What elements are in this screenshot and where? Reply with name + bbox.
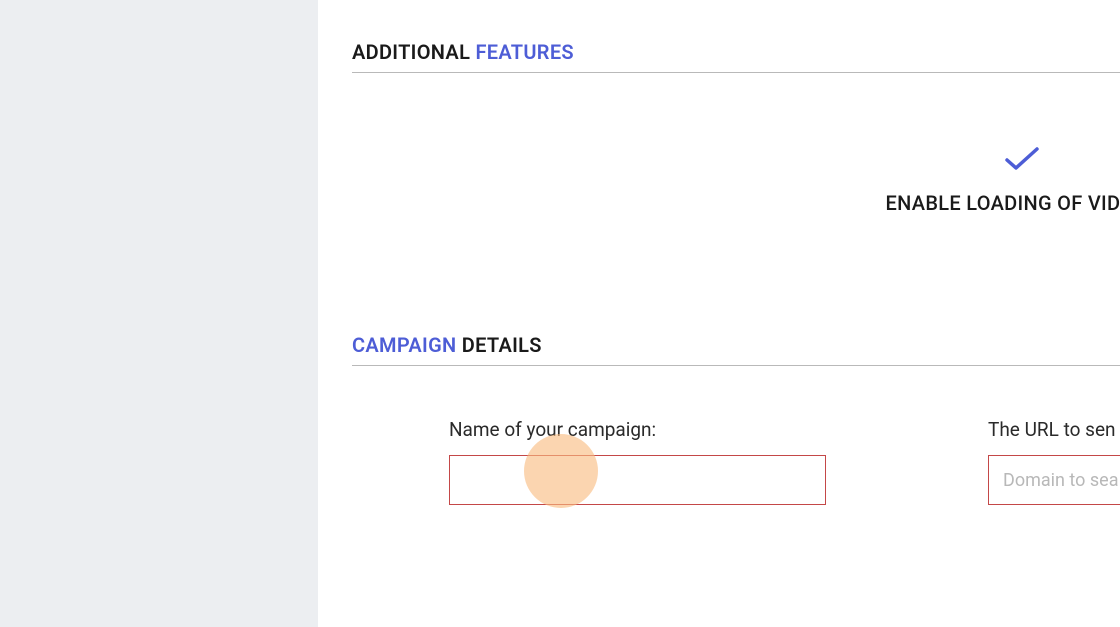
feature-label: ENABLE LOADING OF VIDEOS bbox=[812, 191, 1120, 215]
section-header-text: DETAILS bbox=[462, 333, 542, 357]
campaign-name-label: Name of your campaign: bbox=[449, 418, 826, 441]
sidebar bbox=[0, 0, 318, 627]
section-campaign-details: CAMPAIGN DETAILS bbox=[352, 333, 1120, 386]
section-additional-features: ADDITIONAL FEATURES bbox=[352, 40, 1120, 93]
section-header-text: ADDITIONAL bbox=[352, 40, 475, 64]
section-divider bbox=[352, 72, 1120, 73]
section-header-highlight: CAMPAIGN bbox=[352, 333, 462, 357]
section-header-highlight: FEATURES bbox=[475, 40, 573, 64]
form-field-url: The URL to sen bbox=[988, 418, 1120, 505]
checkmark-icon bbox=[1004, 145, 1040, 177]
section-header-campaign: CAMPAIGN DETAILS bbox=[352, 333, 1120, 357]
campaign-name-input[interactable] bbox=[449, 455, 826, 505]
section-divider bbox=[352, 365, 1120, 366]
section-header-additional: ADDITIONAL FEATURES bbox=[352, 40, 1120, 64]
main-content: ADDITIONAL FEATURES ENABLE LOADING OF VI… bbox=[352, 0, 1120, 627]
feature-enable-videos[interactable]: ENABLE LOADING OF VIDEOS bbox=[812, 145, 1120, 215]
url-input[interactable] bbox=[988, 455, 1120, 505]
form-field-campaign-name: Name of your campaign: bbox=[449, 418, 826, 505]
url-label: The URL to sen bbox=[988, 418, 1120, 441]
